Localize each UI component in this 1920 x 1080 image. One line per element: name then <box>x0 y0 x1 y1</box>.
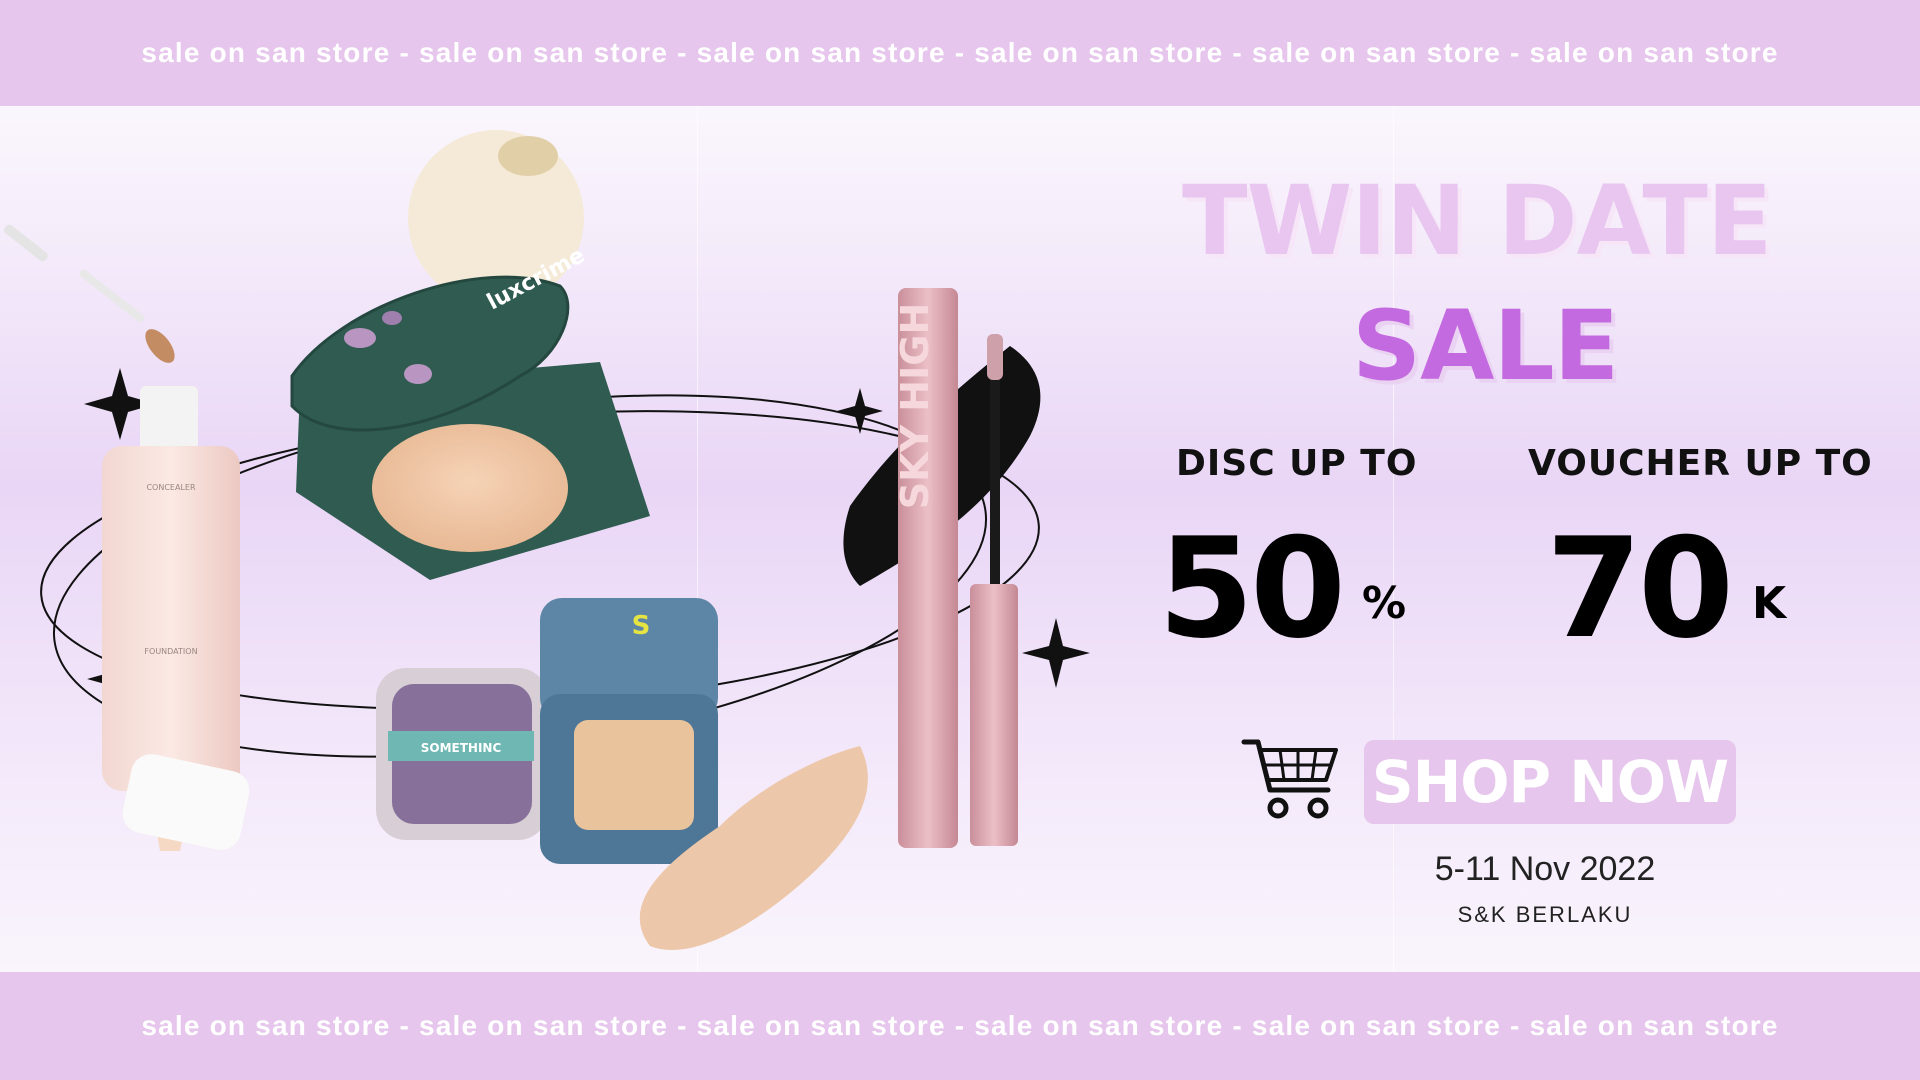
foundation-bottle: CONCEALER FOUNDATION <box>102 386 250 851</box>
top-marquee-text: sale on san store - sale on san store - … <box>141 37 1779 68</box>
bottom-marquee-band: sale on san store - sale on san store - … <box>0 972 1920 1080</box>
svg-text:SOMETHINC: SOMETHINC <box>421 741 502 755</box>
shop-now-button[interactable]: SHOP NOW <box>1364 740 1736 824</box>
discount-unit: % <box>1362 578 1407 629</box>
headline-line1: TWIN DATE <box>1182 165 1772 277</box>
cushion-puff: SOMETHINC <box>376 668 548 840</box>
voucher-value: 70 <box>1546 508 1734 669</box>
dropper-icon <box>4 224 175 363</box>
svg-text:S: S <box>632 611 651 641</box>
somethinc-cushion: S <box>540 598 718 864</box>
svg-text:FOUNDATION: FOUNDATION <box>144 647 197 656</box>
terms-notice: S&K BERLAKU <box>1457 902 1633 927</box>
sale-period: 5-11 Nov 2022 <box>1434 850 1656 888</box>
top-marquee-band: sale on san store - sale on san store - … <box>0 0 1920 106</box>
shopping-cart-icon <box>1241 739 1338 819</box>
luxcrime-compact: luxcrime <box>290 243 650 580</box>
svg-text:CONCEALER: CONCEALER <box>146 483 195 492</box>
products-svg: luxcrime CONCEALER FOUNDATION SOMETHINC … <box>4 130 1090 950</box>
bottom-marquee-text: sale on san store - sale on san store - … <box>141 1010 1779 1041</box>
headline-line2: SALE <box>1352 290 1619 402</box>
voucher-unit: K <box>1752 578 1787 629</box>
product-illustration: luxcrime CONCEALER FOUNDATION SOMETHINC … <box>0 106 1120 972</box>
svg-text:SKY HIGH: SKY HIGH <box>893 303 937 510</box>
discount-value: 50 <box>1158 508 1346 669</box>
voucher-label: VOUCHER UP TO <box>1528 443 1873 484</box>
mascara-tube: SKY HIGH <box>893 288 1018 848</box>
discount-label: DISC UP TO <box>1176 443 1418 484</box>
